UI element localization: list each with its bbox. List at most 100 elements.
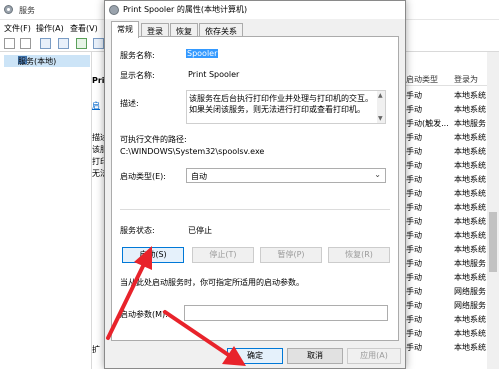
menu-view[interactable]: 查看(V) <box>70 23 98 34</box>
service-row[interactable]: 手动 本地系统 <box>402 130 499 144</box>
log-on-as-cell: 网络服务 <box>454 287 486 296</box>
dialog-footer: 确定 取消 应用(A) <box>105 343 405 369</box>
log-on-as-cell: 本地系统 <box>454 217 486 226</box>
startup-type-cell: 手动 <box>406 161 422 170</box>
tree-item-label: 服务(本地) <box>18 57 57 66</box>
column-log-on-as[interactable]: 登录为 <box>454 74 478 85</box>
column-startup-type[interactable]: 启动类型 <box>406 74 438 85</box>
services-list: 启动类型 登录为 手动 本地系统 手动 本地系统 手动(触发... 本地服务 手动 本地系统手… <box>402 52 499 369</box>
detail-start-link[interactable]: 启 <box>92 100 100 111</box>
service-row[interactable]: 手动 网络服务 <box>402 284 499 298</box>
tab-general[interactable]: 常规 <box>111 21 139 38</box>
resume-button[interactable]: 恢复(R) <box>328 247 390 263</box>
service-row[interactable]: 手动 本地系统 <box>402 158 499 172</box>
service-row[interactable]: 手动 本地服务 <box>402 256 499 270</box>
startup-type-cell: 手动 <box>406 147 422 156</box>
service-row[interactable]: 手动 本地系统 <box>402 326 499 340</box>
service-row[interactable]: 手动 网络服务 <box>402 298 499 312</box>
log-on-as-cell: 本地系统 <box>454 203 486 212</box>
startup-type-cell: 手动 <box>406 259 422 268</box>
log-on-as-cell: 本地系统 <box>454 147 486 156</box>
exe-path-value[interactable]: C:\WINDOWS\System32\spoolsv.exe <box>120 147 264 156</box>
menu-action[interactable]: 操作(A) <box>36 23 64 34</box>
forward-icon[interactable] <box>20 38 31 49</box>
log-on-as-cell: 本地系统 <box>454 175 486 184</box>
export-icon[interactable] <box>93 38 104 49</box>
startup-type-cell: 手动 <box>406 315 422 324</box>
startup-type-cell: 手动 <box>406 245 422 254</box>
service-row[interactable]: 手动 本地系统 <box>402 270 499 284</box>
service-row[interactable]: 手动 本地系统 <box>402 214 499 228</box>
tab-logon[interactable]: 登录 <box>141 23 169 37</box>
service-status-label: 服务状态: <box>120 226 155 235</box>
general-tab-panel: 服务名称: Spooler 显示名称: Print Spooler 描述: 该服… <box>111 36 399 341</box>
start-button[interactable]: 启动(S) <box>122 247 184 263</box>
service-name-value[interactable]: Spooler <box>186 49 219 58</box>
log-on-as-cell: 本地服务 <box>454 119 486 128</box>
console-tree-icon[interactable] <box>40 38 51 49</box>
startup-type-cell: 手动 <box>406 105 422 114</box>
startup-type-cell: 手动 <box>406 133 422 142</box>
services-scrollbar[interactable] <box>487 52 499 369</box>
tab-recovery[interactable]: 恢复 <box>170 23 198 37</box>
scrollbar-thumb[interactable] <box>489 212 497 272</box>
service-row[interactable]: 手动 本地系统 <box>402 312 499 326</box>
service-row[interactable]: 手动 本地系统 <box>402 186 499 200</box>
startup-type-cell: 手动 <box>406 231 422 240</box>
scroll-down-icon[interactable]: ▼ <box>378 115 383 122</box>
back-icon[interactable] <box>4 38 15 49</box>
service-row[interactable]: 手动 本地系统 <box>402 228 499 242</box>
service-row[interactable]: 手动 本地系统 <box>402 340 499 354</box>
start-params-hint: 当从此处启动服务时，你可指定所适用的启动参数。 <box>120 278 304 287</box>
divider <box>120 209 390 210</box>
console-tree: 服务(本地) <box>0 52 92 369</box>
gear-icon <box>4 5 13 14</box>
description-box[interactable]: 该服务在后台执行打印作业并处理与打印机的交互。如果关闭该服务，则无法进行打印或查… <box>186 90 386 124</box>
start-params-input[interactable] <box>184 305 388 321</box>
stop-button[interactable]: 停止(T) <box>192 247 254 263</box>
description-scrollbar[interactable]: ▲ ▼ <box>377 91 385 123</box>
startup-type-label: 启动类型(E): <box>120 172 166 181</box>
scroll-up-icon[interactable]: ▲ <box>378 92 383 99</box>
chevron-down-icon: ⌄ <box>374 170 381 179</box>
service-row[interactable]: 手动 本地系统 <box>402 200 499 214</box>
startup-type-select[interactable]: 自动 ⌄ <box>186 168 386 183</box>
description-text: 该服务在后台执行打印作业并处理与打印机的交互。如果关闭该服务，则无法进行打印或查… <box>189 94 373 114</box>
service-row[interactable]: 手动 本地系统 <box>402 242 499 256</box>
log-on-as-cell: 本地系统 <box>454 161 486 170</box>
startup-type-value: 自动 <box>191 172 207 181</box>
properties-dialog: Print Spooler 的属性(本地计算机) 常规 登录 恢复 依存关系 服… <box>104 0 406 369</box>
service-row[interactable]: 手动 本地系统 <box>402 102 499 116</box>
extended-tab[interactable]: 扩 <box>92 344 100 355</box>
log-on-as-cell: 本地系统 <box>454 329 486 338</box>
startup-type-cell: 手动(触发... <box>406 119 449 128</box>
start-params-label: 启动参数(M): <box>120 310 168 319</box>
log-on-as-cell: 本地服务 <box>454 259 486 268</box>
log-on-as-cell: 本地系统 <box>454 105 486 114</box>
tree-item-services-local[interactable]: 服务(本地) <box>4 55 90 67</box>
startup-type-cell: 手动 <box>406 175 422 184</box>
service-gear-icon <box>109 5 119 15</box>
startup-type-cell: 手动 <box>406 203 422 212</box>
menu-file[interactable]: 文件(F) <box>4 23 31 34</box>
cancel-button[interactable]: 取消 <box>287 348 343 364</box>
startup-type-cell: 手动 <box>406 273 422 282</box>
service-row[interactable]: 手动 本地系统 <box>402 172 499 186</box>
startup-type-cell: 手动 <box>406 343 422 352</box>
pause-button[interactable]: 暂停(P) <box>260 247 322 263</box>
properties-icon[interactable] <box>58 38 69 49</box>
startup-type-cell: 手动 <box>406 217 422 226</box>
service-row[interactable]: 手动 本地系统 <box>402 144 499 158</box>
service-row[interactable]: 手动(触发... 本地服务 <box>402 116 499 130</box>
log-on-as-cell: 本地系统 <box>454 245 486 254</box>
startup-type-cell: 手动 <box>406 287 422 296</box>
column-header-row: 启动类型 登录为 <box>402 72 499 86</box>
ok-button[interactable]: 确定 <box>227 348 283 364</box>
display-name-value[interactable]: Print Spooler <box>188 70 239 79</box>
log-on-as-cell: 本地系统 <box>454 91 486 100</box>
service-row[interactable]: 手动 本地系统 <box>402 88 499 102</box>
apply-button[interactable]: 应用(A) <box>347 348 401 364</box>
startup-type-cell: 手动 <box>406 329 422 338</box>
tab-dependencies[interactable]: 依存关系 <box>199 23 243 37</box>
refresh-icon[interactable] <box>76 38 87 49</box>
